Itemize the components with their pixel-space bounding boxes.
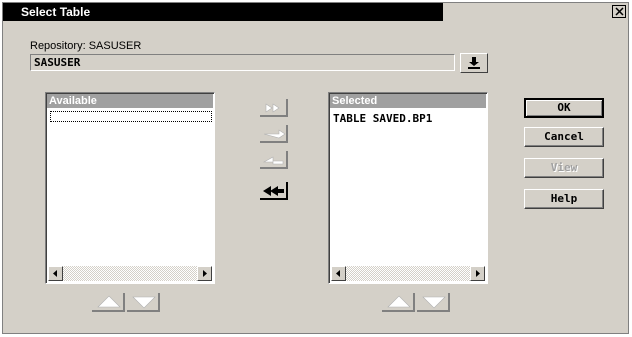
left-arrow-icon [53, 270, 57, 277]
available-order-buttons [91, 292, 161, 312]
down-arrow-icon [132, 296, 156, 309]
scroll-left-button[interactable] [331, 266, 346, 281]
scroll-track[interactable] [346, 266, 470, 281]
close-button[interactable] [612, 5, 626, 18]
view-button[interactable]: View [524, 158, 604, 178]
move-right-button[interactable] [259, 124, 288, 143]
close-icon [615, 7, 624, 16]
repository-value: SASUSER [34, 56, 81, 69]
selected-list-item[interactable]: TABLE SAVED.BP1 [333, 112, 432, 125]
move-down-button[interactable] [127, 293, 160, 312]
repository-label: Repository: SASUSER [30, 40, 142, 52]
repository-dropdown-button[interactable] [460, 53, 488, 73]
up-arrow-icon [387, 295, 411, 308]
double-right-arrow-icon [260, 99, 288, 117]
help-button[interactable]: Help [524, 189, 604, 209]
cancel-button[interactable]: Cancel [524, 127, 604, 147]
down-arrow-icon [422, 296, 446, 309]
move-down-button[interactable] [417, 293, 450, 312]
available-header: Available [47, 94, 213, 108]
scroll-right-button[interactable] [197, 266, 212, 281]
select-table-dialog: Select Table Repository: SASUSER SASUSER… [2, 2, 629, 334]
left-arrow-icon [336, 270, 340, 277]
move-up-button[interactable] [382, 293, 415, 312]
move-all-left-button[interactable] [259, 181, 288, 200]
available-list[interactable]: Available [45, 92, 215, 284]
available-horizontal-scrollbar[interactable] [48, 266, 212, 281]
window-title: Select Table [21, 5, 91, 19]
right-arrow-icon [203, 270, 207, 277]
move-up-button[interactable] [92, 293, 125, 312]
available-focus-item[interactable] [50, 111, 212, 122]
repository-field[interactable]: SASUSER [30, 54, 455, 71]
selected-list[interactable]: Selected TABLE SAVED.BP1 [328, 92, 488, 284]
right-arrow-icon [260, 125, 288, 143]
title-bar[interactable]: Select Table [3, 3, 628, 21]
scroll-track[interactable] [63, 266, 197, 281]
scroll-left-button[interactable] [48, 266, 63, 281]
selected-horizontal-scrollbar[interactable] [331, 266, 485, 281]
down-arrow-icon [468, 57, 480, 69]
left-arrow-icon [260, 151, 288, 169]
move-all-right-button[interactable] [259, 98, 288, 117]
ok-button[interactable]: OK [524, 98, 604, 118]
right-arrow-icon [476, 270, 480, 277]
up-arrow-icon [97, 295, 121, 308]
selected-order-buttons [381, 292, 451, 312]
selected-header: Selected [330, 94, 486, 108]
move-left-button[interactable] [259, 150, 288, 169]
double-left-arrow-icon [260, 182, 288, 200]
scroll-right-button[interactable] [470, 266, 485, 281]
